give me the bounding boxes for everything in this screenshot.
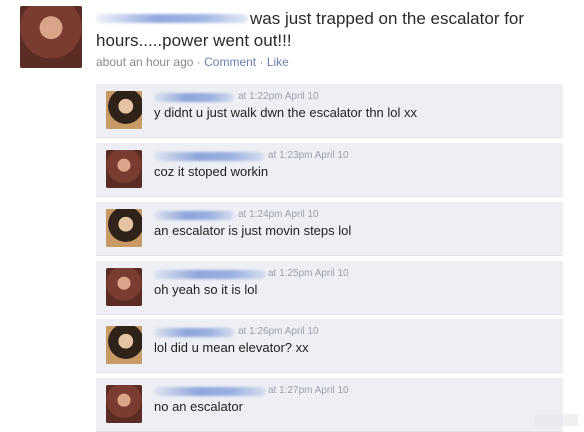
comment-text: coz it stoped workin <box>154 164 269 179</box>
comment-timestamp: at 1:27pm April 10 <box>268 385 349 396</box>
commenter-avatar[interactable] <box>106 385 142 423</box>
like-link[interactable]: Like <box>267 55 289 69</box>
comment-item: at 1:27pm April 10 no an escalator <box>96 378 563 432</box>
poster-avatar[interactable] <box>20 6 82 68</box>
comment-timestamp: at 1:26pm April 10 <box>238 326 319 337</box>
comment-text: oh yeah so it is lol <box>154 282 258 297</box>
comment-timestamp: at 1:25pm April 10 <box>268 268 349 279</box>
comment-item: at 1:23pm April 10 coz it stoped workin <box>96 143 563 197</box>
comment-timestamp: at 1:23pm April 10 <box>268 150 349 161</box>
comment-item: at 1:22pm April 10 y didnt u just walk d… <box>96 84 563 138</box>
commenter-avatar[interactable] <box>106 326 142 364</box>
commenter-name-redacted <box>154 387 266 396</box>
status-text-line2: hours.....power went out!!! <box>96 31 292 50</box>
comment-item: at 1:24pm April 10 an escalator is just … <box>96 202 563 256</box>
comment-text: an escalator is just movin steps lol <box>154 223 352 238</box>
status-text-line1: was just trapped on the escalator for <box>250 9 525 28</box>
comment-text: y didnt u just walk dwn the escalator th… <box>154 105 418 120</box>
status-post: was just trapped on the escalator for ho… <box>0 0 584 432</box>
poster-name-redacted <box>96 14 248 23</box>
commenter-name-redacted <box>154 152 264 161</box>
comment-text: no an escalator <box>154 399 243 414</box>
commenter-avatar[interactable] <box>106 268 142 306</box>
commenter-avatar[interactable] <box>106 150 142 188</box>
comment-item: at 1:25pm April 10 oh yeah so it is lol <box>96 261 563 315</box>
commenter-avatar[interactable] <box>106 91 142 129</box>
commenter-name-redacted <box>154 211 234 220</box>
comment-link[interactable]: Comment <box>204 55 256 69</box>
comment-item: at 1:26pm April 10 lol did u mean elevat… <box>96 319 563 373</box>
watermark <box>534 414 578 426</box>
comment-timestamp: at 1:24pm April 10 <box>238 209 319 220</box>
commenter-avatar[interactable] <box>106 209 142 247</box>
comment-text: lol did u mean elevator? xx <box>154 340 309 355</box>
commenter-name-redacted <box>154 328 234 337</box>
status-meta: about an hour ago · Comment · Like <box>96 55 289 69</box>
commenter-name-redacted <box>154 270 266 279</box>
comment-timestamp: at 1:22pm April 10 <box>238 91 319 102</box>
status-time: about an hour ago <box>96 55 194 69</box>
commenter-name-redacted <box>154 93 234 102</box>
